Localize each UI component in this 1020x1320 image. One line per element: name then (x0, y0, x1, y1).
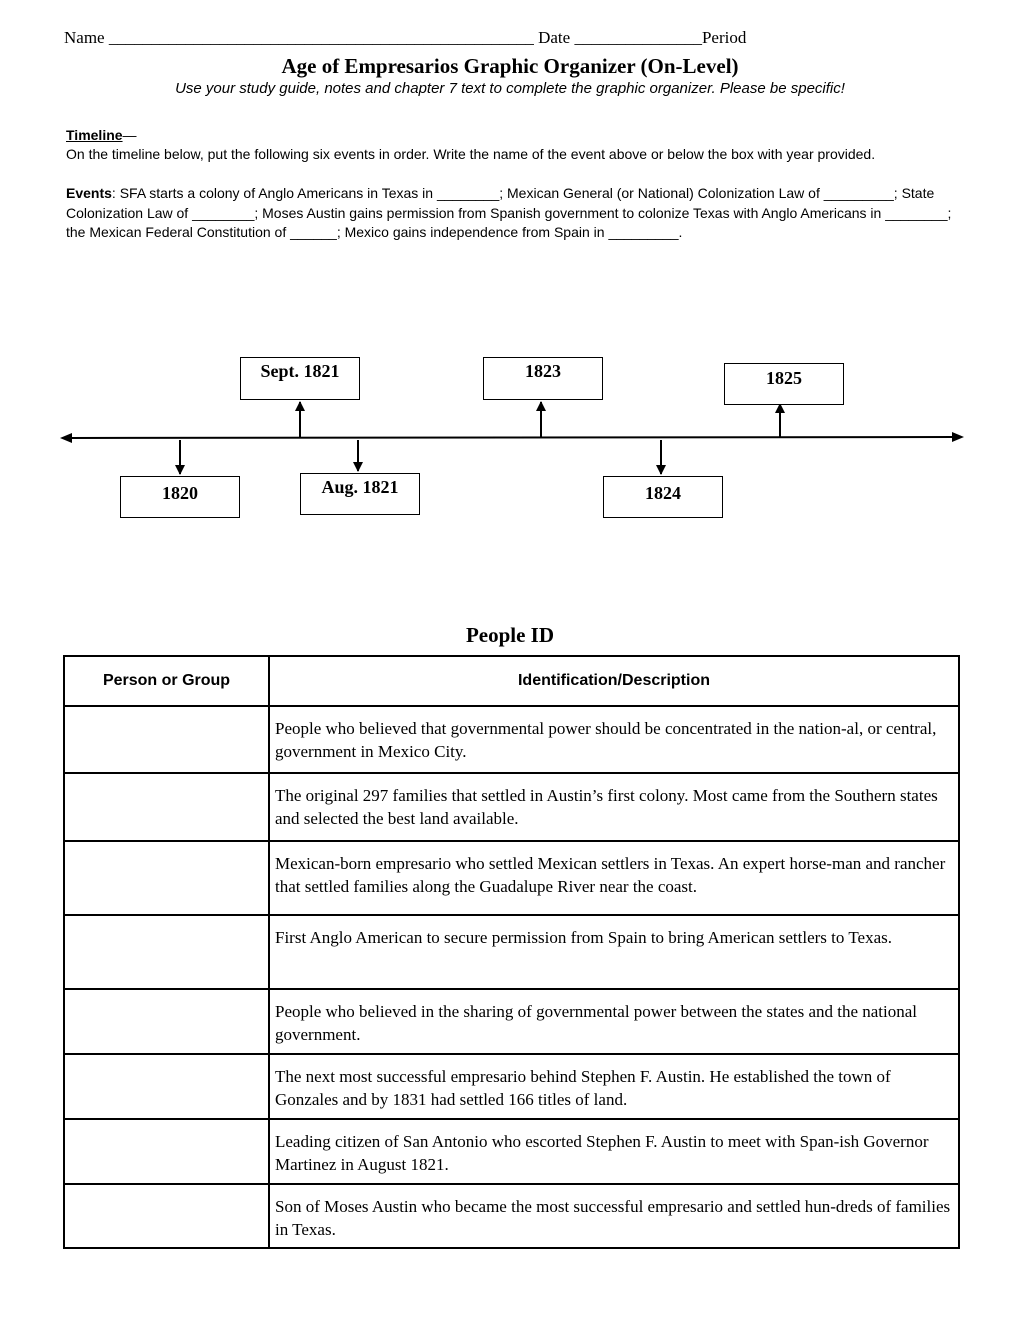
table-row: Mexican-born empresario who settled Mexi… (63, 840, 960, 916)
description-cell: Son of Moses Austin who became the most … (268, 1183, 960, 1249)
description-cell: People who believed that governmental po… (268, 705, 960, 774)
person-answer-cell[interactable] (63, 1183, 270, 1249)
timeline-box-label: 1824 (645, 483, 681, 503)
column-header-person: Person or Group (63, 655, 270, 707)
timeline-box-label: 1823 (525, 361, 561, 381)
person-answer-cell[interactable] (63, 914, 270, 990)
timeline-box-label: Sept. 1821 (260, 361, 340, 381)
person-answer-cell[interactable] (63, 1053, 270, 1120)
description-cell: The original 297 families that settled i… (268, 772, 960, 842)
table-row: The original 297 families that settled i… (63, 772, 960, 842)
timeline-box: 1820 (120, 476, 240, 518)
description-cell: Mexican-born empresario who settled Mexi… (268, 840, 960, 916)
people-id-title: People ID (465, 623, 555, 647)
timeline-box-label: Aug. 1821 (321, 477, 399, 497)
timeline-left-arrow-icon (60, 433, 72, 443)
timeline-right-arrow-icon (952, 432, 964, 442)
timeline-box: Sept. 1821 (240, 357, 360, 400)
person-answer-cell[interactable] (63, 988, 270, 1055)
description-cell: The next most successful empresario behi… (268, 1053, 960, 1120)
timeline-box: 1823 (483, 357, 603, 400)
person-answer-cell[interactable] (63, 840, 270, 916)
timeline-box: 1825 (724, 363, 844, 405)
table-row: The next most successful empresario behi… (63, 1053, 960, 1120)
table-row: First Anglo American to secure permissio… (63, 914, 960, 990)
people-id-table: Person or Group Identification/Descripti… (63, 655, 960, 1249)
person-answer-cell[interactable] (63, 1118, 270, 1185)
timeline-box: Aug. 1821 (300, 473, 420, 515)
table-row: People who believed that governmental po… (63, 705, 960, 774)
table-row: Leading citizen of San Antonio who escor… (63, 1118, 960, 1185)
person-answer-cell[interactable] (63, 772, 270, 842)
table-row: Son of Moses Austin who became the most … (63, 1183, 960, 1249)
timeline-box-label: 1825 (766, 368, 802, 388)
person-answer-cell[interactable] (63, 705, 270, 774)
table-row: People who believed in the sharing of go… (63, 988, 960, 1055)
timeline-axis (69, 436, 955, 439)
description-cell: Leading citizen of San Antonio who escor… (268, 1118, 960, 1185)
column-header-description: Identification/Description (268, 655, 960, 707)
description-cell: People who believed in the sharing of go… (268, 988, 960, 1055)
description-cell: First Anglo American to secure permissio… (268, 914, 960, 990)
table-header-row: Person or Group Identification/Descripti… (63, 655, 960, 707)
timeline-box-label: 1820 (162, 483, 198, 503)
timeline-box: 1824 (603, 476, 723, 518)
